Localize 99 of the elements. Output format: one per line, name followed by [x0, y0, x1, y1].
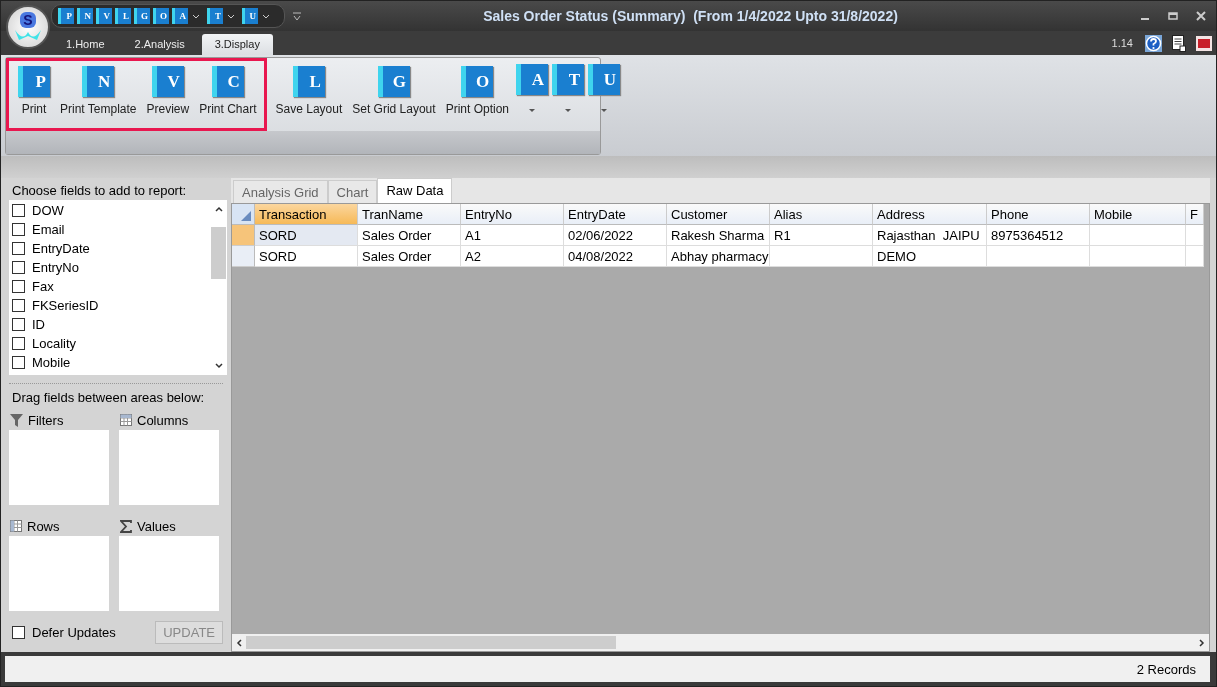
scroll-up-icon[interactable] — [214, 206, 223, 212]
triangle-icon — [241, 211, 251, 221]
toolbar-icon[interactable]: L — [115, 8, 131, 24]
checkbox[interactable] — [12, 280, 25, 293]
scroll-down-icon[interactable] — [214, 363, 223, 369]
field-item[interactable]: DOW — [9, 201, 210, 220]
toolbar-icon[interactable]: V — [96, 8, 112, 24]
table-cell: SORD — [255, 246, 358, 267]
letter-icon: A — [516, 64, 548, 95]
field-item[interactable]: Mobile — [9, 353, 210, 372]
defer-updates-checkbox[interactable]: Defer Updates — [9, 625, 116, 640]
dropdown-button[interactable]: U — [586, 64, 622, 113]
field-item[interactable]: EntryNo — [9, 258, 210, 277]
field-list-title: Choose fields to add to report: — [11, 182, 188, 200]
document-icon[interactable] — [1172, 34, 1186, 52]
field-item[interactable]: Locality — [9, 334, 210, 353]
customize-icon[interactable] — [293, 11, 301, 21]
toolbar-icon[interactable]: T — [207, 8, 223, 24]
field-item[interactable]: Email — [9, 220, 210, 239]
table-cell: Sales Order — [358, 246, 461, 267]
caret-icon[interactable] — [227, 13, 235, 19]
ribbon-tab[interactable]: 1.Home — [53, 34, 118, 55]
letter-icon: C — [211, 66, 244, 97]
toolbar-icon[interactable]: P — [58, 8, 74, 24]
checkbox[interactable] — [12, 626, 25, 639]
maximize-icon[interactable] — [1168, 11, 1178, 21]
field-item[interactable]: ID — [9, 315, 210, 334]
table-cell: A2 — [461, 246, 564, 267]
area-label: Rows — [27, 518, 60, 534]
checkbox[interactable] — [12, 318, 25, 331]
ribbon-tab[interactable]: 2.Analysis — [121, 34, 198, 55]
letter-icon: L — [292, 66, 325, 97]
ribbon-button[interactable]: N Print Template — [55, 64, 142, 118]
view-tab[interactable]: Raw Data — [377, 178, 453, 203]
toolbar-icon[interactable]: N — [77, 8, 93, 24]
toolbar-icon[interactable]: A — [172, 8, 188, 24]
record-count: 2 Records — [1136, 661, 1196, 677]
area-label: Filters — [28, 412, 64, 428]
toolbar-icon[interactable]: O — [153, 8, 169, 24]
letter-icon: U — [588, 64, 620, 95]
caret-icon — [565, 109, 571, 113]
area-label: Values — [137, 518, 176, 534]
scroll-right-icon[interactable] — [1199, 638, 1205, 647]
table-cell: SORD — [255, 225, 358, 246]
field-item[interactable]: EntryDate — [9, 239, 210, 258]
table-cell — [1186, 246, 1204, 267]
checkbox[interactable] — [12, 337, 25, 350]
select-all-corner[interactable] — [232, 204, 255, 225]
help-icon[interactable] — [1145, 34, 1162, 52]
toolbar-icon[interactable]: G — [134, 8, 150, 24]
caret-icon[interactable] — [192, 13, 200, 19]
field-item[interactable]: Fax — [9, 277, 210, 296]
letter-icon: N — [82, 66, 115, 97]
ribbon-button[interactable]: G Set Grid Layout — [347, 64, 441, 118]
version-label: 1.14 — [1111, 37, 1133, 49]
caret-icon[interactable] — [262, 13, 270, 19]
letter-icon: G — [377, 66, 410, 97]
column-header[interactable]: Transaction — [255, 204, 358, 225]
grid-icon — [120, 414, 132, 426]
ribbon-button[interactable]: V Preview — [141, 64, 195, 118]
close-icon[interactable] — [1196, 11, 1206, 21]
ribbon-tab[interactable]: 3.Display — [201, 34, 273, 55]
exit-icon[interactable] — [1196, 35, 1212, 51]
app-logo[interactable]: S — [6, 5, 50, 49]
checkbox[interactable] — [12, 223, 25, 236]
ribbon-button[interactable]: P Print — [13, 64, 55, 118]
view-tab[interactable]: Chart — [327, 180, 378, 203]
checkbox[interactable] — [12, 356, 25, 369]
checkbox[interactable] — [12, 204, 25, 217]
view-tab[interactable]: Analysis Grid — [233, 180, 328, 203]
table-cell: Abhay pharmacy — [667, 246, 770, 267]
toolbar-icon[interactable]: U — [242, 8, 258, 24]
sigma-icon — [120, 519, 132, 533]
checkbox[interactable] — [12, 261, 25, 274]
letter-icon: T — [552, 64, 584, 95]
scroll-left-icon[interactable] — [236, 638, 242, 647]
checkbox[interactable] — [12, 299, 25, 312]
ribbon-button[interactable]: O Print Option — [440, 64, 514, 118]
ribbon-button[interactable]: C Print Chart — [194, 64, 262, 118]
window-title: Sales Order Status (Summary) (From 1/4/2022 Upto 31/8/2022) — [482, 8, 899, 24]
grid-icon — [10, 520, 22, 532]
area-label: Columns — [137, 412, 189, 428]
table-cell: 04/08/2022 — [564, 246, 667, 267]
dropdown-button[interactable]: T — [550, 64, 586, 113]
letter-icon: P — [18, 66, 50, 97]
ribbon-button[interactable]: L Save Layout — [270, 64, 348, 118]
scroll-thumb[interactable] — [246, 636, 616, 649]
field-item[interactable]: FKSeriesID — [9, 296, 210, 315]
checkbox[interactable] — [12, 242, 25, 255]
scroll-thumb[interactable] — [211, 226, 226, 279]
funnel-icon — [10, 413, 23, 427]
letter-icon: V — [151, 66, 184, 97]
areas-title: Drag fields between areas below: — [11, 389, 206, 407]
table-cell: DEMO — [873, 246, 987, 267]
caret-icon — [529, 109, 535, 113]
scrollbar[interactable] — [232, 634, 1209, 651]
letter-icon: O — [461, 66, 494, 97]
caret-icon — [601, 109, 607, 113]
dropdown-button[interactable]: A — [514, 64, 550, 113]
